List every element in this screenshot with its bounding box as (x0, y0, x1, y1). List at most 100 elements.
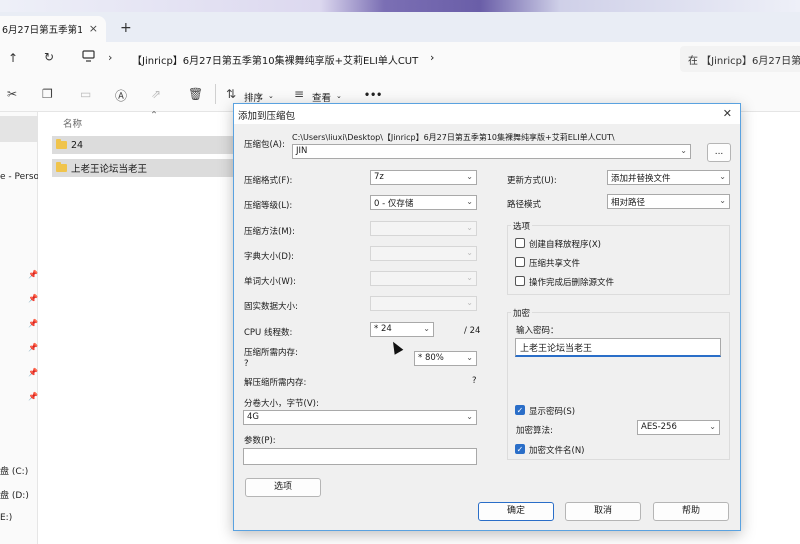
nav-item-drive-d[interactable]: 盘 (D:) (0, 488, 29, 501)
window-top-decoration (0, 0, 800, 12)
encrypt-names-label: 加密文件名(N) (529, 446, 585, 456)
cancel-button[interactable]: 取消 (565, 502, 641, 521)
search-input[interactable]: 在 【Jinricp】6月27日第五 (680, 46, 800, 72)
cpu-threads-combo[interactable]: * 24 ⌄ (370, 322, 434, 337)
new-tab-button[interactable]: + (120, 20, 132, 36)
chevron-down-icon[interactable]: ⌄ (423, 324, 430, 333)
share-icon[interactable]: ⇗ (151, 87, 161, 101)
file-name: 24 (71, 139, 84, 151)
add-to-archive-dialog: 添加到压缩包 ✕ 压缩包(A): C:\Users\liuxi\Desktop\… (233, 103, 741, 531)
sort-chevron-icon[interactable]: ⌄ (268, 92, 274, 100)
sort-icon[interactable]: ⇅ (226, 87, 236, 101)
memory-percent-combo[interactable]: * 80% ⌄ (414, 351, 477, 366)
decompress-memory-label: 解压缩所需内存: (244, 378, 307, 388)
update-mode-label: 更新方式(U): (507, 176, 557, 186)
solid-size-label: 固实数据大小: (244, 302, 298, 312)
dict-size-combo[interactable]: ⌄ (370, 246, 477, 261)
sort-button[interactable]: 排序 (244, 90, 263, 104)
chevron-down-icon[interactable]: ⌄ (466, 412, 473, 421)
chevron-down-icon: ⌄ (466, 273, 473, 282)
params-input[interactable] (243, 448, 477, 465)
monitor-icon[interactable] (82, 50, 95, 65)
delete-source-checkbox[interactable] (515, 276, 525, 286)
cpu-threads-value: * 24 (374, 324, 392, 334)
folder-icon (56, 139, 67, 149)
up-arrow-icon[interactable]: ↑ (8, 51, 18, 65)
chevron-right-icon[interactable]: › (108, 51, 112, 64)
tab-bar: 6月27日第五季第10: × + (0, 12, 800, 42)
chevron-down-icon: ⌄ (466, 298, 473, 307)
list-item[interactable]: 24 (52, 136, 238, 154)
nav-item-drive-e[interactable]: E:) (0, 513, 12, 523)
help-button[interactable]: 帮助 (653, 502, 729, 521)
level-combo[interactable]: 0 - 仅存储 ⌄ (370, 195, 477, 210)
path-mode-value: 相对路径 (611, 198, 646, 208)
chevron-down-icon[interactable]: ⌄ (466, 197, 473, 206)
pin-icon: 📌 (28, 294, 38, 303)
format-label: 压缩格式(F): (244, 176, 293, 186)
password-input[interactable]: 上老王论坛当老王 (515, 338, 721, 357)
cpu-threads-label: CPU 线程数: (244, 328, 293, 338)
browse-button[interactable]: ... (707, 143, 731, 162)
word-size-combo[interactable]: ⌄ (370, 271, 477, 286)
update-mode-combo[interactable]: 添加并替换文件 ⌄ (607, 170, 730, 185)
rename-icon[interactable]: Ⓐ (115, 87, 127, 104)
more-options-button[interactable]: ••• (364, 90, 382, 101)
tab-active[interactable]: 6月27日第五季第10: × (0, 16, 106, 42)
show-password-checkbox[interactable]: ✓ (515, 405, 525, 415)
view-chevron-icon[interactable]: ⌄ (336, 92, 342, 100)
word-size-label: 单词大小(W): (244, 277, 296, 287)
ok-button[interactable]: 确定 (478, 502, 554, 521)
params-label: 参数(P): (244, 436, 276, 446)
split-size-combo[interactable]: 4G ⌄ (243, 410, 477, 425)
path-mode-label: 路径模式 (507, 200, 542, 210)
list-item[interactable]: 上老王论坛当老王 (52, 159, 238, 177)
path-mode-combo[interactable]: 相对路径 ⌄ (607, 194, 730, 209)
paste-icon[interactable]: ▭ (80, 87, 91, 101)
encryption-method-value: AES-256 (641, 422, 677, 432)
chevron-down-icon[interactable]: ⌄ (719, 196, 726, 205)
pin-icon: 📌 (28, 319, 38, 328)
archive-name-value: JIN (296, 146, 308, 156)
encryption-method-combo[interactable]: AES-256 ⌄ (637, 420, 720, 435)
dict-size-label: 字典大小(D): (244, 252, 295, 262)
sfx-checkbox[interactable] (515, 238, 525, 248)
chevron-down-icon[interactable]: ⌄ (466, 353, 473, 362)
cut-icon[interactable]: ✂ (7, 87, 17, 101)
copy-icon[interactable]: ❐ (42, 87, 53, 101)
chevron-down-icon[interactable]: ⌄ (466, 172, 473, 181)
chevron-down-icon[interactable]: ⌄ (680, 146, 687, 155)
dialog-title: 添加到压缩包 (238, 111, 296, 122)
tab-close-icon[interactable]: × (89, 22, 98, 35)
archive-path: C:\Users\liuxi\Desktop\【Jinricp】6月27日第五季… (292, 133, 615, 142)
nav-selected-item[interactable] (0, 116, 38, 142)
view-button[interactable]: 查看 (312, 90, 331, 104)
cpu-threads-total: / 24 (464, 326, 481, 336)
archive-label: 压缩包(A): (244, 140, 285, 150)
breadcrumb-chevron-icon[interactable]: › (430, 51, 434, 64)
encrypt-names-checkbox[interactable]: ✓ (515, 444, 525, 454)
method-combo[interactable]: ⌄ (370, 221, 477, 236)
archive-name-combo[interactable]: JIN ⌄ (292, 144, 691, 159)
view-icon[interactable]: ≡ (294, 87, 304, 101)
delete-icon[interactable]: 🗑 (188, 87, 203, 101)
update-mode-value: 添加并替换文件 (611, 174, 671, 184)
chevron-down-icon[interactable]: ⌄ (719, 172, 726, 181)
decompress-memory-value: ? (472, 376, 477, 386)
solid-size-combo[interactable]: ⌄ (370, 296, 477, 311)
column-header-name[interactable]: 名称 (63, 116, 82, 130)
toolbar-divider (215, 84, 216, 104)
column-sort-chevron-icon[interactable]: ⌃ (150, 110, 158, 121)
dialog-titlebar: 添加到压缩包 ✕ (234, 104, 740, 124)
compress-memory-value: ? (244, 359, 249, 369)
refresh-icon[interactable]: ↻ (44, 50, 54, 64)
chevron-down-icon[interactable]: ⌄ (709, 422, 716, 431)
breadcrumb[interactable]: 【Jinricp】6月27日第五季第10集裸舞纯享版+艾莉ELI单人CUT (132, 52, 418, 67)
split-size-label: 分卷大小，字节(V): (244, 399, 319, 409)
format-combo[interactable]: 7z ⌄ (370, 170, 477, 185)
memory-percent-value: * 80% (418, 353, 444, 363)
close-icon[interactable]: ✕ (723, 107, 732, 120)
options-button[interactable]: 选项 (245, 478, 321, 497)
shared-files-checkbox[interactable] (515, 257, 525, 267)
nav-item-drive-c[interactable]: 盘 (C:) (0, 464, 28, 477)
